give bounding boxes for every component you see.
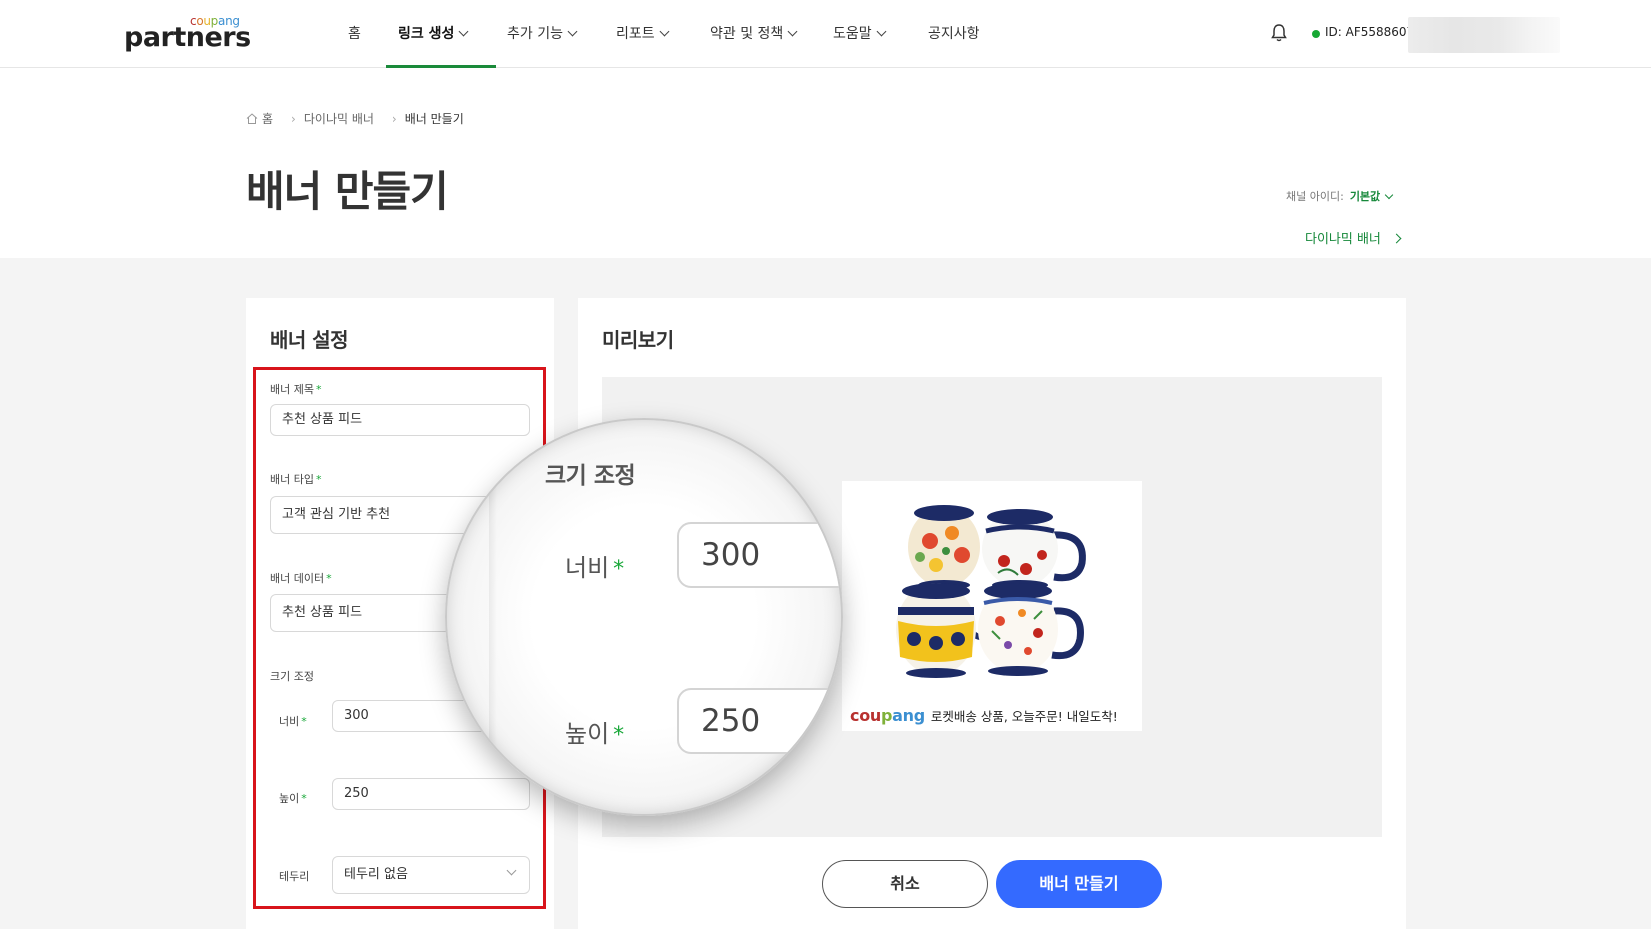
- magnifier-zoom-overlay: 크기 조정 너비 * 300 높이 * 250: [445, 418, 843, 816]
- nav-report[interactable]: 리포트: [616, 23, 670, 43]
- chevron-down-icon: [787, 26, 798, 37]
- preview-title: 미리보기: [602, 328, 674, 352]
- home-icon: [246, 113, 258, 124]
- breadcrumb-separator: ›: [291, 112, 296, 126]
- nav-terms-policy[interactable]: 약관 및 정책: [710, 23, 798, 43]
- cancel-button[interactable]: 취소: [822, 860, 988, 908]
- banner-caption-text: 로켓배송 상품, 오늘주문! 내일도착!: [930, 709, 1118, 724]
- dynamic-banner-link[interactable]: 다이나믹 배너: [1305, 228, 1402, 247]
- magnified-height-input: 250: [677, 688, 841, 754]
- user-name-redacted[interactable]: [1408, 17, 1560, 53]
- user-id: ID: AF5588607: [1325, 25, 1415, 39]
- magnified-width-label: 너비 *: [565, 554, 625, 582]
- dynamic-banner-link-label: 다이나믹 배너: [1305, 232, 1381, 247]
- channel-id-selector[interactable]: 채널 아이디: 기본값: [1286, 188, 1394, 204]
- nav-notice[interactable]: 공지사항: [928, 23, 980, 43]
- breadcrumb-dynamic-banner[interactable]: 다이나믹 배너: [304, 112, 374, 126]
- magnifier-panel-edge: [489, 420, 497, 814]
- breadcrumb-separator: ›: [391, 112, 397, 126]
- create-banner-button[interactable]: 배너 만들기: [996, 860, 1162, 908]
- chevron-down-icon: [1384, 190, 1394, 200]
- chevron-down-icon: [567, 26, 578, 37]
- channel-value: 기본값: [1349, 190, 1381, 203]
- page-title: 배너 만들기: [246, 167, 449, 216]
- banner-caption: coupang 로켓배송 상품, 오늘주문! 내일도착!: [850, 706, 1118, 725]
- logo-partners-text: partners: [124, 22, 251, 53]
- bell-icon[interactable]: [1270, 23, 1288, 43]
- magnified-width-input: 300: [677, 522, 841, 588]
- banner-preview[interactable]: coupang 로켓배송 상품, 오늘주문! 내일도착!: [842, 481, 1142, 731]
- online-status-dot: [1312, 30, 1320, 38]
- magnified-size-adjust-label: 크기 조정: [545, 463, 636, 489]
- breadcrumb: 홈 › 다이나믹 배너 › 배너 만들기: [246, 110, 472, 127]
- coupang-caption-logo: coupang: [850, 706, 925, 725]
- chevron-down-icon: [659, 26, 670, 37]
- top-navigation-bar: coupang partners 홈 링크 생성 추가 기능 리포트 약관 및 …: [0, 0, 1651, 68]
- mugs-product-image: [842, 481, 1142, 701]
- chevron-down-icon: [458, 26, 469, 37]
- channel-label: 채널 아이디:: [1286, 190, 1344, 203]
- nav-help[interactable]: 도움말: [833, 23, 887, 43]
- nav-extra-features[interactable]: 추가 기능: [507, 23, 578, 43]
- breadcrumb-home[interactable]: 홈: [262, 112, 273, 126]
- breadcrumb-current: 배너 만들기: [404, 112, 464, 126]
- chevron-down-icon: [876, 26, 887, 37]
- nav-link-create[interactable]: 링크 생성: [398, 23, 469, 43]
- coupang-partners-logo[interactable]: coupang partners: [124, 14, 251, 54]
- nav-home[interactable]: 홈: [348, 23, 361, 43]
- banner-settings-title: 배너 설정: [270, 328, 349, 352]
- magnified-height-label: 높이 *: [565, 720, 625, 748]
- chevron-right-icon: [1391, 233, 1402, 244]
